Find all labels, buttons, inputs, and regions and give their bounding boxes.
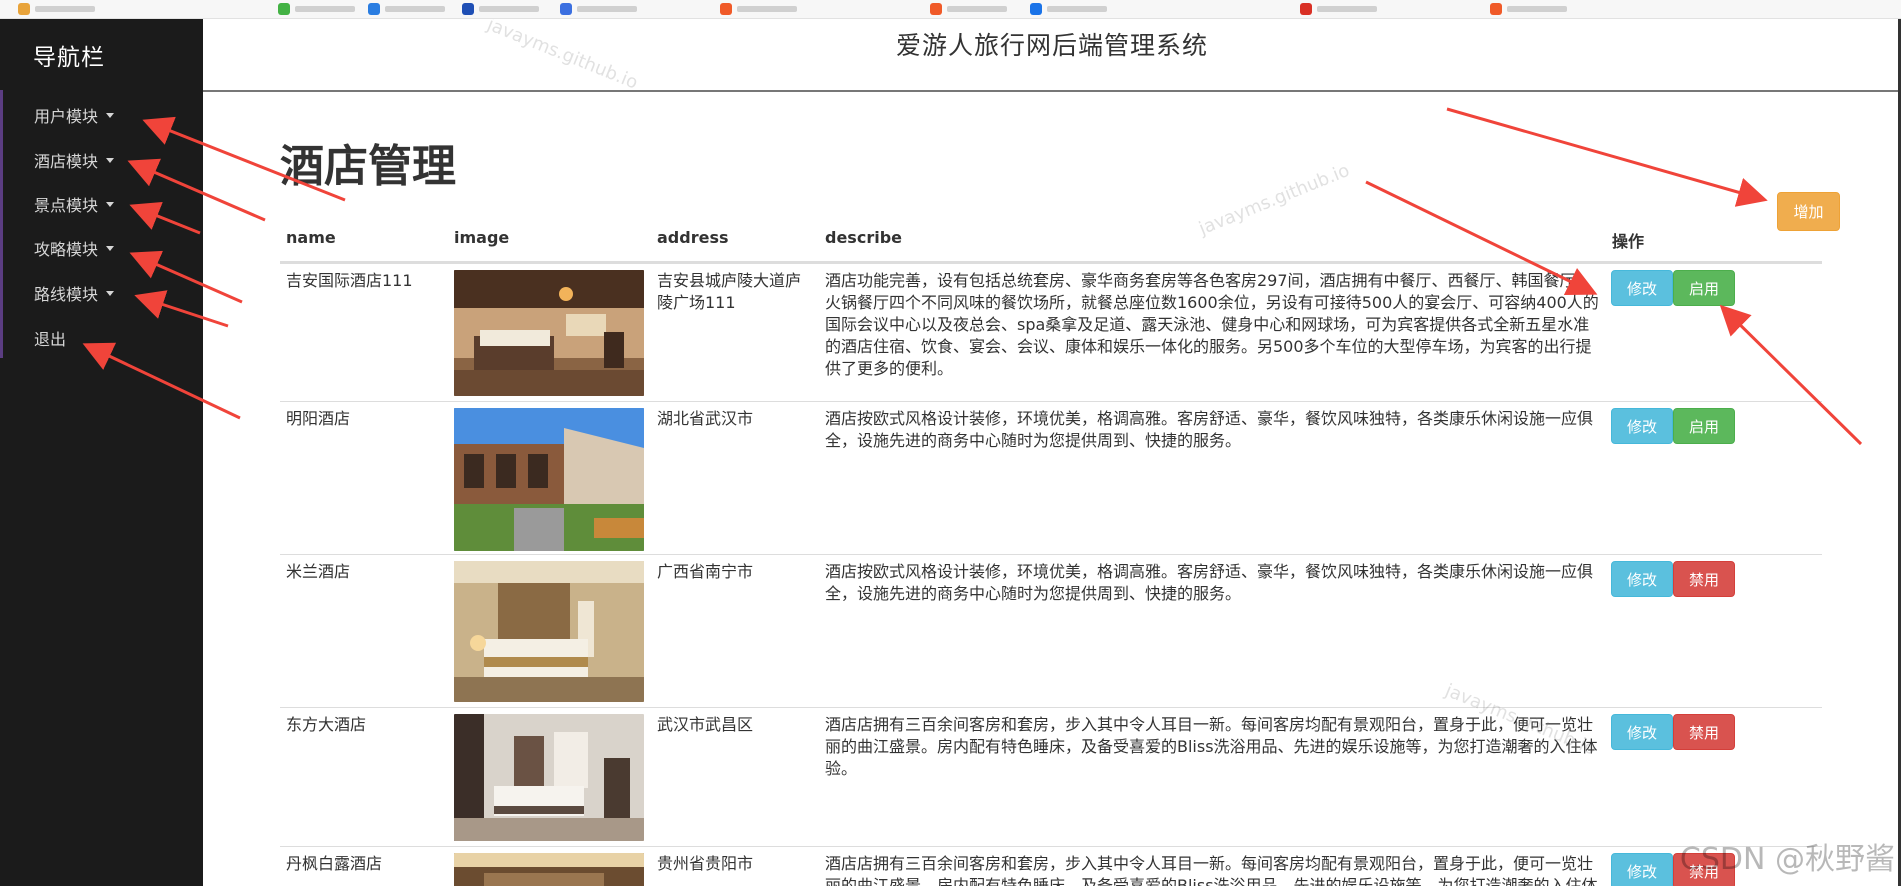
column-header-actions: 操作 bbox=[1612, 232, 1645, 251]
table-row: 吉安国际酒店111 吉安县城庐陵大道庐陵广场111 酒店功能完善，设有包括总统套… bbox=[280, 263, 1822, 402]
hotel-name: 东方大酒店 bbox=[286, 715, 367, 734]
annotation-arrow bbox=[1446, 107, 1768, 207]
table-row: 明阳酒店 湖北省武汉市 酒店按欧式风格设计装修，环境优美，格调高雅。客房舒适、豪… bbox=[280, 401, 1822, 555]
hotel-suite-photo-icon bbox=[454, 714, 644, 841]
sidebar-active-indicator bbox=[0, 90, 3, 358]
bookmark-item[interactable] bbox=[1490, 3, 1567, 15]
chevron-down-icon bbox=[106, 290, 115, 296]
sidebar-item-logout[interactable]: 退出 bbox=[34, 326, 66, 350]
hotel-description: 酒店按欧式风格设计装修，环境优美，格调高雅。客房舒适、豪华，餐饮风味独特，各类康… bbox=[825, 562, 1594, 603]
hotel-address: 广西省南宁市 bbox=[657, 562, 754, 581]
browser-bookmark-bar bbox=[0, 0, 1901, 19]
page-root: 导航栏 用户模块 酒店模块 景点模块 攻略模块 路线模块 退出 爱游人旅行网后端… bbox=[0, 0, 1901, 886]
chevron-down-icon bbox=[106, 201, 115, 207]
column-header-describe: describe bbox=[825, 228, 902, 247]
hotel-address: 湖北省武汉市 bbox=[657, 409, 754, 428]
hotel-lobby-photo-icon bbox=[454, 853, 644, 886]
chevron-down-icon bbox=[106, 157, 115, 163]
edit-button[interactable]: 修改 bbox=[1611, 714, 1673, 750]
table-row: 丹枫白露酒店 贵州省贵阳市 酒店店拥有三百余间客房和套房，步入其中令人耳目一新。… bbox=[280, 846, 1822, 886]
edit-button[interactable]: 修改 bbox=[1611, 408, 1673, 444]
enable-button[interactable]: 启用 bbox=[1673, 408, 1735, 444]
chevron-down-icon bbox=[106, 245, 115, 251]
hotel-name: 吉安国际酒店111 bbox=[286, 271, 413, 290]
hotel-description: 酒店按欧式风格设计装修，环境优美，格调高雅。客房舒适、豪华，餐饮风味独特，各类康… bbox=[825, 409, 1594, 450]
hotel-name: 明阳酒店 bbox=[286, 409, 351, 428]
disable-button[interactable]: 禁用 bbox=[1673, 561, 1735, 597]
table-row: 东方大酒店 武汉市武昌区 酒店店拥有三百余间客房和套房，步入其中令人耳目一新。每… bbox=[280, 707, 1822, 847]
column-header-address: address bbox=[657, 228, 729, 247]
sidebar-item-label: 用户模块 bbox=[34, 107, 99, 126]
author-credit: CSDN @秋野酱 bbox=[1679, 842, 1895, 877]
bookmark-item[interactable] bbox=[462, 3, 539, 15]
site-title: 爱游人旅行网后端管理系统 bbox=[895, 31, 1208, 60]
page-title: 酒店管理 bbox=[280, 141, 456, 192]
hotel-address: 武汉市武昌区 bbox=[657, 715, 754, 734]
edit-button[interactable]: 修改 bbox=[1611, 270, 1673, 306]
sidebar-title: 导航栏 bbox=[33, 45, 105, 71]
hotel-room-photo-icon bbox=[454, 270, 644, 396]
sidebar-item-label: 路线模块 bbox=[34, 285, 99, 304]
chevron-down-icon bbox=[106, 112, 115, 118]
watermark: javayms.github.io bbox=[1196, 159, 1353, 240]
sidebar-item-user[interactable]: 用户模块 bbox=[34, 103, 115, 127]
bookmark-item[interactable] bbox=[720, 3, 797, 15]
hotel-address: 贵州省贵阳市 bbox=[657, 854, 754, 873]
add-hotel-button[interactable]: 增加 bbox=[1777, 192, 1840, 231]
column-header-image: image bbox=[454, 228, 510, 247]
disable-button[interactable]: 禁用 bbox=[1673, 714, 1735, 750]
bookmark-item[interactable] bbox=[18, 3, 95, 15]
bookmark-item[interactable] bbox=[930, 3, 1007, 15]
enable-button[interactable]: 启用 bbox=[1673, 270, 1735, 306]
hotel-description: 酒店功能完善，设有包括总统套房、豪华商务套房等各色客房297间，酒店拥有中餐厅、… bbox=[825, 271, 1599, 378]
sidebar-item-route[interactable]: 路线模块 bbox=[34, 281, 115, 305]
sidebar: 导航栏 用户模块 酒店模块 景点模块 攻略模块 路线模块 退出 bbox=[0, 0, 203, 886]
bookmark-item[interactable] bbox=[278, 3, 355, 15]
hotel-courtyard-photo-icon bbox=[454, 408, 644, 551]
column-header-name: name bbox=[286, 228, 336, 247]
bookmark-item[interactable] bbox=[1030, 3, 1107, 15]
table-row: 米兰酒店 广西省南宁市 酒店按欧式风格设计装修，环境优美，格调高雅。客房舒适、豪… bbox=[280, 554, 1822, 708]
hotel-bedroom-photo-icon bbox=[454, 561, 644, 702]
sidebar-item-scenic[interactable]: 景点模块 bbox=[34, 192, 115, 216]
edit-button[interactable]: 修改 bbox=[1611, 853, 1673, 886]
hotel-description: 酒店店拥有三百余间客房和套房，步入其中令人耳目一新。每间客房均配有景观阳台，置身… bbox=[825, 854, 1598, 886]
sidebar-item-guide[interactable]: 攻略模块 bbox=[34, 236, 115, 260]
top-header: 爱游人旅行网后端管理系统 bbox=[203, 18, 1901, 92]
bookmark-item[interactable] bbox=[1300, 3, 1377, 15]
hotel-name: 米兰酒店 bbox=[286, 562, 351, 581]
hotel-description: 酒店店拥有三百余间客房和套房，步入其中令人耳目一新。每间客房均配有景观阳台，置身… bbox=[825, 715, 1598, 778]
sidebar-item-label: 酒店模块 bbox=[34, 152, 99, 171]
hotel-name: 丹枫白露酒店 bbox=[286, 854, 383, 873]
sidebar-item-hotel[interactable]: 酒店模块 bbox=[34, 148, 115, 172]
bookmark-item[interactable] bbox=[560, 3, 637, 15]
sidebar-item-label: 景点模块 bbox=[34, 196, 99, 215]
hotel-address: 吉安县城庐陵大道庐陵广场111 bbox=[657, 271, 802, 312]
edit-button[interactable]: 修改 bbox=[1611, 561, 1673, 597]
sidebar-item-label: 退出 bbox=[34, 330, 67, 349]
bookmark-item[interactable] bbox=[368, 3, 445, 15]
sidebar-item-label: 攻略模块 bbox=[34, 240, 99, 259]
